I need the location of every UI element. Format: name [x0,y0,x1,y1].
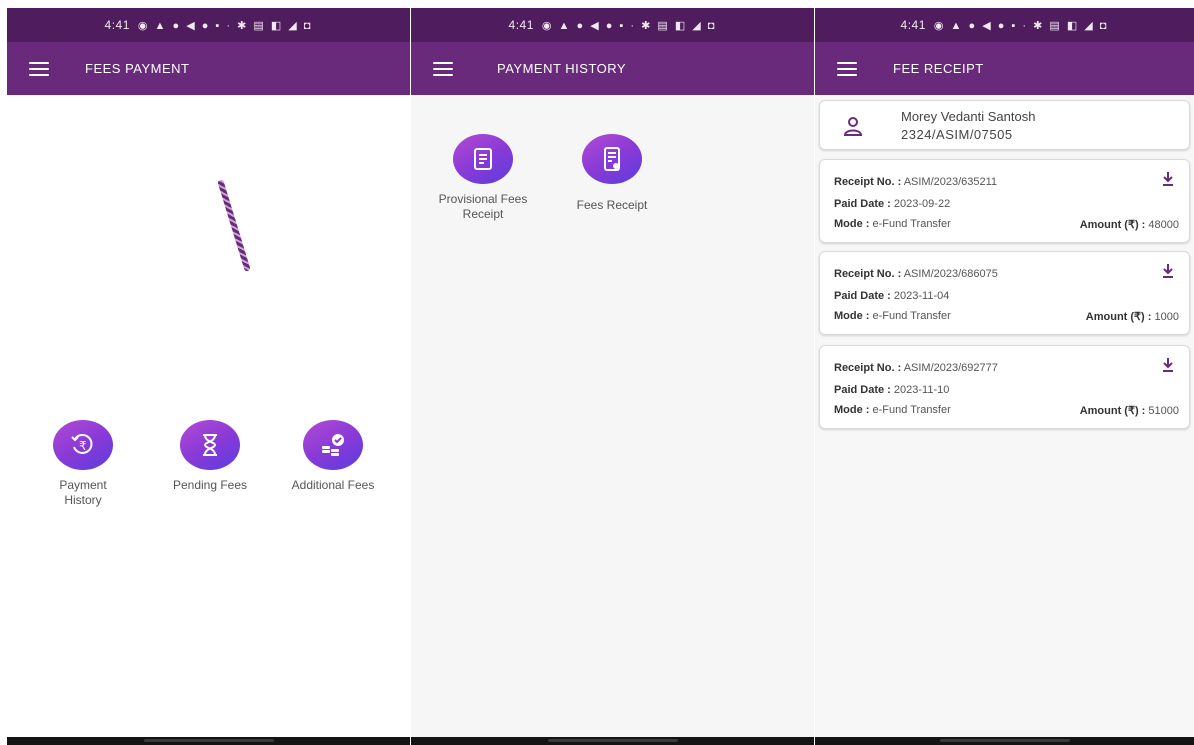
receipt-no-value: ASIM/2023/692777 [903,362,998,374]
receipt-no-label: Receipt No. : [834,362,902,374]
status-icons: ◉ ▲ ● ◀ ● ▪ · ✱ ▤ ◧ ◢ ◘ [933,19,1109,32]
hamburger-menu-icon[interactable] [433,61,453,76]
status-bar: 4:41 ◉ ▲ ● ◀ ● ▪ · ✱ ▤ ◧ ◢ ◘ [815,8,1194,42]
paid-date-label: Paid Date : [834,290,891,302]
fee-receipt-screen: 4:41 ◉ ▲ ● ◀ ● ▪ · ✱ ▤ ◧ ◢ ◘ FEE RECEIPT… [815,8,1194,745]
receipt-card: Receipt No. : ASIM/2023/635211 Paid Date… [819,159,1190,243]
student-id: 2324/ASIM/07505 [901,127,1013,142]
hamburger-menu-icon[interactable] [29,61,49,76]
mode-label: Mode : [834,218,870,230]
person-icon [843,117,863,136]
app-bar: PAYMENT HISTORY [411,42,814,95]
receipt-no-line: Receipt No. : ASIM/2023/635211 [834,176,997,188]
paid-date-label: Paid Date : [834,384,891,396]
receipt-icon [582,134,642,184]
hamburger-menu-icon[interactable] [837,61,857,76]
mode-label: Mode : [834,404,870,416]
tile-label: Payment History [59,478,107,507]
paid-date-value: 2023-09-22 [893,198,951,210]
receipt-no-value: ASIM/2023/635211 [903,176,998,188]
amount-line: Amount (₹) : 51000 [1080,404,1179,417]
mode-value: e-Fund Transfer [872,310,951,322]
receipt-no-label: Receipt No. : [834,176,902,188]
system-nav-bar [7,737,410,745]
mode-value: e-Fund Transfer [872,404,951,416]
page-title: FEE RECEIPT [893,61,984,76]
student-profile-card: Morey Vedanti Santosh 2324/ASIM/07505 [819,100,1190,150]
tile-label: Pending Fees [172,478,248,492]
rupee-refresh-icon: ₹ [53,420,113,470]
status-icons: ◉ ▲ ● ◀ ● ▪ · ✱ ▤ ◧ ◢ ◘ [137,19,313,32]
paid-date-value: 2023-11-04 [893,290,950,302]
home-indicator[interactable] [547,739,678,742]
hourglass-icon [180,420,240,470]
coins-check-icon [303,420,363,470]
page-title: FEES PAYMENT [85,61,190,76]
receipt-no-label: Receipt No. : [834,268,902,280]
loading-spinner [217,179,251,272]
home-indicator[interactable] [939,739,1070,742]
mode-line: Mode : e-Fund Transfer [834,404,951,416]
paid-date-label: Paid Date : [834,198,891,210]
receipt-no-line: Receipt No. : ASIM/2023/692777 [834,362,998,374]
paid-date-value: 2023-11-10 [893,384,950,396]
screenshot-collage: 4:41 ◉ ▲ ● ◀ ● ▪ · ✱ ▤ ◧ ◢ ◘ FEES PAYMEN… [0,0,1194,745]
system-nav-bar [411,737,814,745]
page-title: PAYMENT HISTORY [497,61,627,76]
amount-label: Amount (₹) : [1079,219,1146,231]
payment-history-tile[interactable]: ₹ Payment History [53,420,113,508]
pending-fees-tile[interactable]: Pending Fees [165,420,255,493]
fees-payment-screen: 4:41 ◉ ▲ ● ◀ ● ▪ · ✱ ▤ ◧ ◢ ◘ FEES PAYMEN… [7,8,410,745]
mode-line: Mode : e-Fund Transfer [834,218,951,230]
tile-label: Provisional Fees Receipt [438,192,528,221]
receipt-no-value: ASIM/2023/686075 [903,268,998,280]
download-icon[interactable] [1161,262,1175,280]
download-icon[interactable] [1161,356,1175,374]
app-bar: FEE RECEIPT [815,42,1194,95]
receipt-card: Receipt No. : ASIM/2023/692777 Paid Date… [819,345,1190,429]
amount-value: 51000 [1148,405,1179,417]
amount-label: Amount (₹) : [1085,311,1152,323]
payment-history-screen: 4:41 ◉ ▲ ● ◀ ● ▪ · ✱ ▤ ◧ ◢ ◘ PAYMENT HIS… [411,8,814,745]
status-time: 4:41 [508,18,534,32]
student-name: Morey Vedanti Santosh [901,109,1036,124]
status-bar: 4:41 ◉ ▲ ● ◀ ● ▪ · ✱ ▤ ◧ ◢ ◘ [411,8,814,42]
paid-date-line: Paid Date : 2023-09-22 [834,198,950,210]
status-bar: 4:41 ◉ ▲ ● ◀ ● ▪ · ✱ ▤ ◧ ◢ ◘ [7,8,410,42]
amount-line: Amount (₹) : 1000 [1086,310,1179,323]
amount-line: Amount (₹) : 48000 [1080,218,1179,231]
status-icons: ◉ ▲ ● ◀ ● ▪ · ✱ ▤ ◧ ◢ ◘ [541,19,717,32]
provisional-fees-receipt-tile[interactable]: Provisional Fees Receipt [423,134,543,222]
tile-label: Additional Fees [291,478,375,492]
status-time: 4:41 [104,18,130,32]
amount-label: Amount (₹) : [1079,405,1146,417]
app-bar: FEES PAYMENT [7,42,410,95]
home-indicator[interactable] [143,739,274,742]
amount-value: 48000 [1148,219,1179,231]
additional-fees-tile[interactable]: Additional Fees [283,420,383,493]
system-nav-bar [815,737,1194,745]
receipt-no-line: Receipt No. : ASIM/2023/686075 [834,268,998,280]
svg-text:₹: ₹ [79,439,87,453]
download-icon[interactable] [1161,170,1175,188]
mode-label: Mode : [834,310,870,322]
paid-date-line: Paid Date : 2023-11-04 [834,290,949,302]
paid-date-line: Paid Date : 2023-11-10 [834,384,949,396]
tile-label: Fees Receipt [576,198,648,212]
mode-line: Mode : e-Fund Transfer [834,310,951,322]
document-icon [453,134,513,184]
amount-value: 1000 [1154,311,1179,323]
mode-value: e-Fund Transfer [872,218,951,230]
fees-receipt-tile[interactable]: Fees Receipt [557,134,667,213]
receipt-card: Receipt No. : ASIM/2023/686075 Paid Date… [819,251,1190,335]
status-time: 4:41 [900,18,926,32]
